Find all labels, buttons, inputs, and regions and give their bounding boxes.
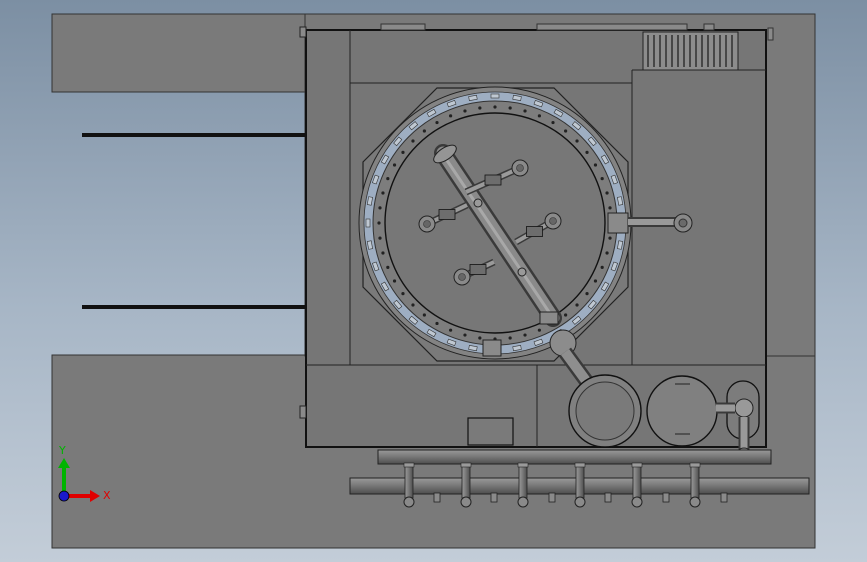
bolt-hole [605,191,609,195]
manifold-fitting [548,492,556,503]
bolt-hole [386,265,390,269]
bolt-hole [537,328,541,332]
bolt-hole [378,206,382,210]
riser-collar [460,462,472,468]
bolt-hole [551,120,555,125]
bolt-hole [411,303,415,307]
manifold-riser [404,463,414,499]
base-slab-left-top [51,13,308,93]
bolt-hole [381,191,385,195]
bolt-hole [593,163,598,167]
bolt-hole [608,236,612,240]
manifold-riser [632,463,642,499]
bolt-hole [564,129,568,133]
bolt-hole [386,177,390,181]
bolt-hole [381,251,385,255]
manifold-fitting [490,492,498,503]
riser-flange [631,496,643,508]
filter-vessel-right[interactable] [646,375,718,447]
riser-flange [460,496,472,508]
nozzle-valve [469,264,487,275]
bolt-hole [600,265,604,269]
bolt-hole [463,333,467,337]
riser-flange [517,496,529,508]
axis-y-label: Y [58,444,66,457]
manifold-riser [690,463,700,499]
nozzle-bore [516,164,524,172]
bolt-hole [575,303,579,307]
bolt-hole [422,129,426,133]
bolt-hole [449,114,453,118]
bolt-hole [585,150,589,154]
bolt-hole [493,105,497,109]
cad-viewport[interactable]: Y X [0,0,867,562]
bolt-hole [463,109,467,113]
manifold-fitting [604,492,612,503]
grating-platform[interactable] [642,31,739,71]
bolt-hole [523,109,527,113]
bolt-hole [593,279,598,283]
manifold-fitting [662,492,670,503]
bolt-hole [600,177,604,181]
riser-flange [574,496,586,508]
riser-collar [517,462,529,468]
bolt-hole [401,150,405,154]
manifold-riser [518,463,528,499]
bolt-hole [392,163,397,167]
bolt-hole [585,292,589,296]
ring-segment [365,218,371,228]
riser-collar [631,462,643,468]
filter-vessel-left[interactable] [568,374,642,448]
bottom-outlet [482,339,502,357]
bolt-hole [392,279,397,283]
nozzle-valve [526,226,543,237]
manifold-fitting [433,492,441,503]
bolt-hole [508,106,512,110]
manifold-fitting [720,492,728,503]
ring-segment [490,93,500,99]
riser-collar [574,462,586,468]
riser-collar [403,462,415,468]
bolt-hole [523,333,527,337]
nozzle-tap [517,267,527,277]
bolt-hole [508,336,512,340]
bolt-hole [377,221,381,225]
bolt-hole [605,251,609,255]
nozzle-valve [484,174,502,186]
nozzle-bore [549,217,557,225]
riser-flange [689,496,701,508]
bolt-hole [435,120,439,125]
bolt-hole [575,139,579,143]
nozzle-tap [473,198,483,208]
nozzle-bore [458,273,466,281]
manifold-riser [575,463,585,499]
bolt-hole [537,114,541,118]
bolt-hole [478,336,482,340]
bolt-hole [478,106,482,110]
manifold-riser [461,463,471,499]
axis-x-label: X [103,489,111,502]
bolt-hole [564,313,568,317]
header-pipe-upper[interactable] [377,449,772,465]
bolt-hole [608,206,612,210]
bolt-hole [401,292,405,296]
bolt-hole [435,321,439,326]
riser-collar [689,462,701,468]
bolt-hole [449,328,453,332]
bolt-hole [422,313,426,317]
nozzle-valve [438,209,456,220]
riser-flange [403,496,415,508]
bolt-hole [378,236,382,240]
bolt-hole [411,139,415,143]
nozzle-bore [423,220,431,228]
